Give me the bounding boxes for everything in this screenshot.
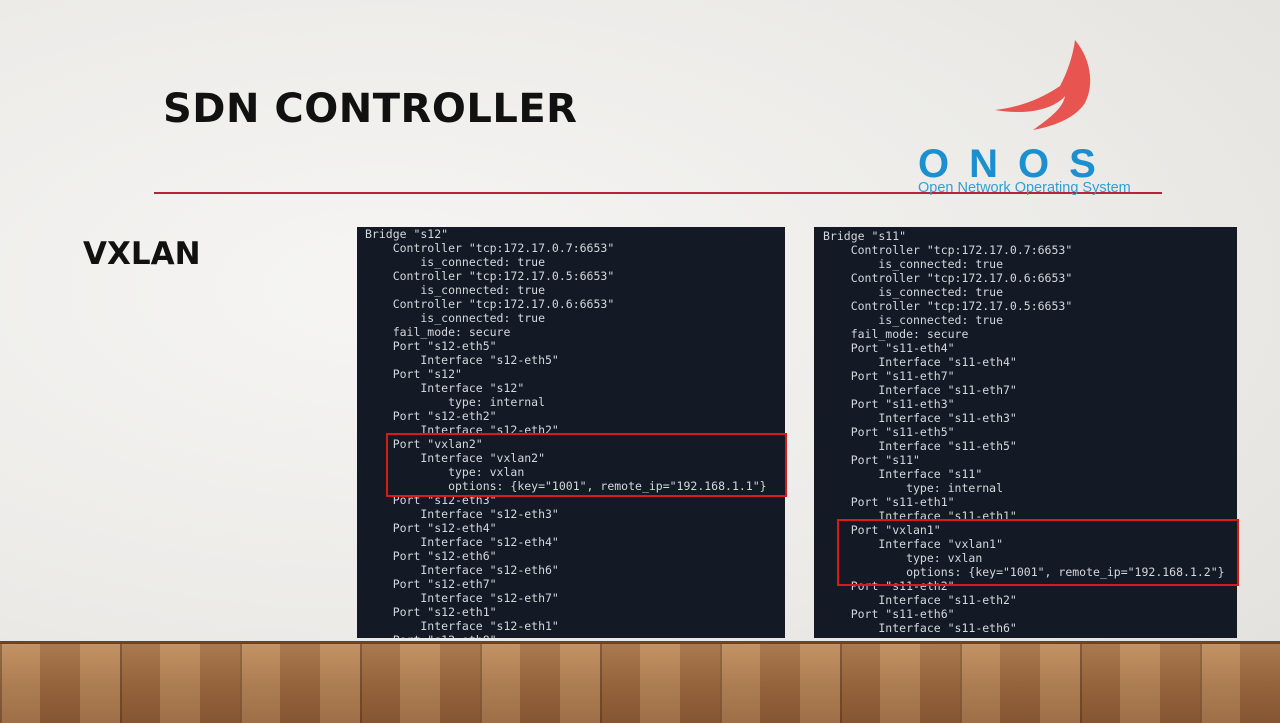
terminal-line: Interface "s11-eth5"	[823, 439, 1017, 453]
terminal-line: Port "s11-eth7"	[823, 369, 955, 383]
section-label: VXLAN	[83, 236, 201, 272]
terminal-line: Port "s11"	[823, 453, 920, 467]
terminal-line: Bridge "s11"	[823, 229, 907, 243]
terminal-line: Controller "tcp:172.17.0.5:6653"	[365, 269, 615, 283]
terminal-line: is_connected: true	[365, 311, 546, 325]
terminal-line: Controller "tcp:172.17.0.5:6653"	[823, 299, 1073, 313]
terminal-line: Port "s11-eth4"	[823, 341, 955, 355]
terminal-line: is_connected: true	[365, 283, 546, 297]
terminal-line: Interface "s11-eth7"	[823, 383, 1017, 397]
bird-icon	[995, 40, 1091, 130]
terminal-line: Interface "s12-eth1"	[365, 619, 559, 633]
terminal-line: Port "s12-eth4"	[365, 521, 497, 535]
terminal-line: Port "s12-eth5"	[365, 339, 497, 353]
terminal-line: Interface "s12"	[365, 381, 525, 395]
terminal-line: Interface "s11-eth4"	[823, 355, 1017, 369]
terminal-line: Port "s11-eth1"	[823, 495, 955, 509]
terminal-line: Controller "tcp:172.17.0.6:6653"	[823, 271, 1073, 285]
terminal-line: Interface "s12-eth5"	[365, 353, 559, 367]
terminal-line: Port "s12-eth7"	[365, 577, 497, 591]
terminal-line: Interface "s11-eth6"	[823, 621, 1017, 635]
terminal-line: Interface "s11-eth3"	[823, 411, 1017, 425]
terminal-line: Controller "tcp:172.17.0.7:6653"	[823, 243, 1073, 257]
highlight-box-vxlan2	[386, 433, 787, 497]
terminal-line: is_connected: true	[823, 313, 1004, 327]
terminal-line: Port "s12-eth6"	[365, 549, 497, 563]
terminal-line: Interface "s12-eth7"	[365, 591, 559, 605]
wood-floor-decoration	[0, 641, 1280, 723]
terminal-line: type: internal	[365, 395, 546, 409]
terminal-line: Controller "tcp:172.17.0.6:6653"	[365, 297, 615, 311]
terminal-line: Port "s11-eth5"	[823, 425, 955, 439]
terminal-line: Port "s12"	[365, 367, 462, 381]
terminal-line: Bridge "s12"	[365, 227, 449, 241]
terminal-line: Port "s11-eth3"	[823, 397, 955, 411]
terminal-line: Interface "s11"	[823, 467, 983, 481]
terminal-line: Controller "tcp:172.17.0.7:6653"	[365, 241, 615, 255]
terminal-line: fail_mode: secure	[823, 327, 969, 341]
terminal-line: is_connected: true	[823, 257, 1004, 271]
terminal-line: is_connected: true	[365, 255, 546, 269]
highlight-box-vxlan1	[837, 519, 1239, 586]
logo-subtitle: Open Network Operating System	[918, 180, 1131, 196]
terminal-line: Port "s12-eth8"	[365, 633, 767, 638]
terminal-line: is_connected: true	[823, 285, 1004, 299]
terminal-line: type: internal	[823, 481, 1004, 495]
slide-title: SDN CONTROLLER	[163, 86, 578, 132]
terminal-line: Interface "s11-eth2"	[823, 593, 1017, 607]
terminal-line: Port "s12-eth2"	[365, 409, 497, 423]
terminal-line: Interface "s12-eth3"	[365, 507, 559, 521]
terminal-line: Port "s11-eth6"	[823, 607, 955, 621]
terminal-line: Port "s12-eth1"	[365, 605, 497, 619]
terminal-line: Interface "s12-eth4"	[365, 535, 559, 549]
terminal-line: fail_mode: secure	[365, 325, 511, 339]
terminal-line: Interface "s12-eth6"	[365, 563, 559, 577]
